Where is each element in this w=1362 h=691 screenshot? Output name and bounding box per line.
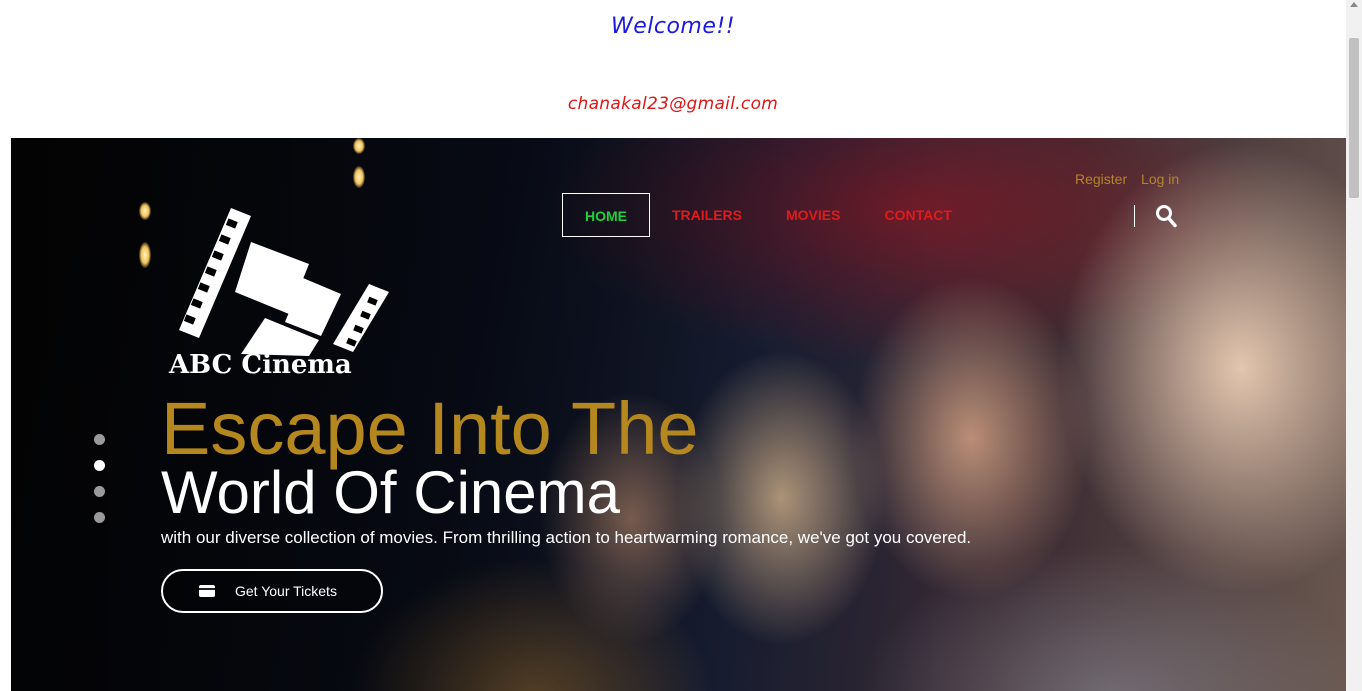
slide-dot-1[interactable] [94, 434, 105, 445]
ceiling-light [353, 138, 365, 154]
page-scrollbar[interactable] [1346, 0, 1362, 691]
ceiling-light [139, 242, 151, 268]
nav-divider [1134, 205, 1135, 227]
page: Welcome!! chanakal23@gmail.com Register … [0, 0, 1362, 691]
nav-movies[interactable]: MOVIES [764, 193, 862, 237]
brand-name: ABC Cinema [169, 350, 352, 380]
slide-dot-3[interactable] [94, 486, 105, 497]
get-tickets-label: Get Your Tickets [235, 583, 337, 599]
hero-section: Register Log in HOME TRAILERS MOVIES CON… [11, 138, 1346, 691]
scroll-up-icon[interactable] [1350, 2, 1358, 7]
scroll-thumb[interactable] [1349, 38, 1359, 198]
nav-home[interactable]: HOME [562, 193, 650, 237]
user-email: chanakal23@gmail.com [567, 94, 779, 114]
slide-indicator [94, 434, 105, 538]
hero-headline-line1: Escape Into The [161, 387, 699, 470]
ceiling-light [353, 166, 365, 188]
nav-trailers[interactable]: TRAILERS [650, 193, 764, 237]
register-link[interactable]: Register [1075, 171, 1127, 187]
search-icon[interactable] [1155, 204, 1177, 228]
nav-contact[interactable]: CONTACT [862, 193, 973, 237]
auth-links: Register Log in [1075, 171, 1189, 187]
login-link[interactable]: Log in [1141, 171, 1179, 187]
main-nav: HOME TRAILERS MOVIES CONTACT [562, 193, 974, 237]
slide-dot-4[interactable] [94, 512, 105, 523]
hero-tagline: with our diverse collection of movies. F… [161, 528, 972, 547]
slide-dot-2[interactable] [94, 460, 105, 471]
get-tickets-button[interactable]: Get Your Tickets [161, 569, 383, 613]
hero-headline-line2: World Of Cinema [161, 459, 621, 526]
ticket-icon [199, 585, 215, 597]
ceiling-light [139, 202, 151, 220]
welcome-heading: Welcome!! [610, 14, 736, 39]
